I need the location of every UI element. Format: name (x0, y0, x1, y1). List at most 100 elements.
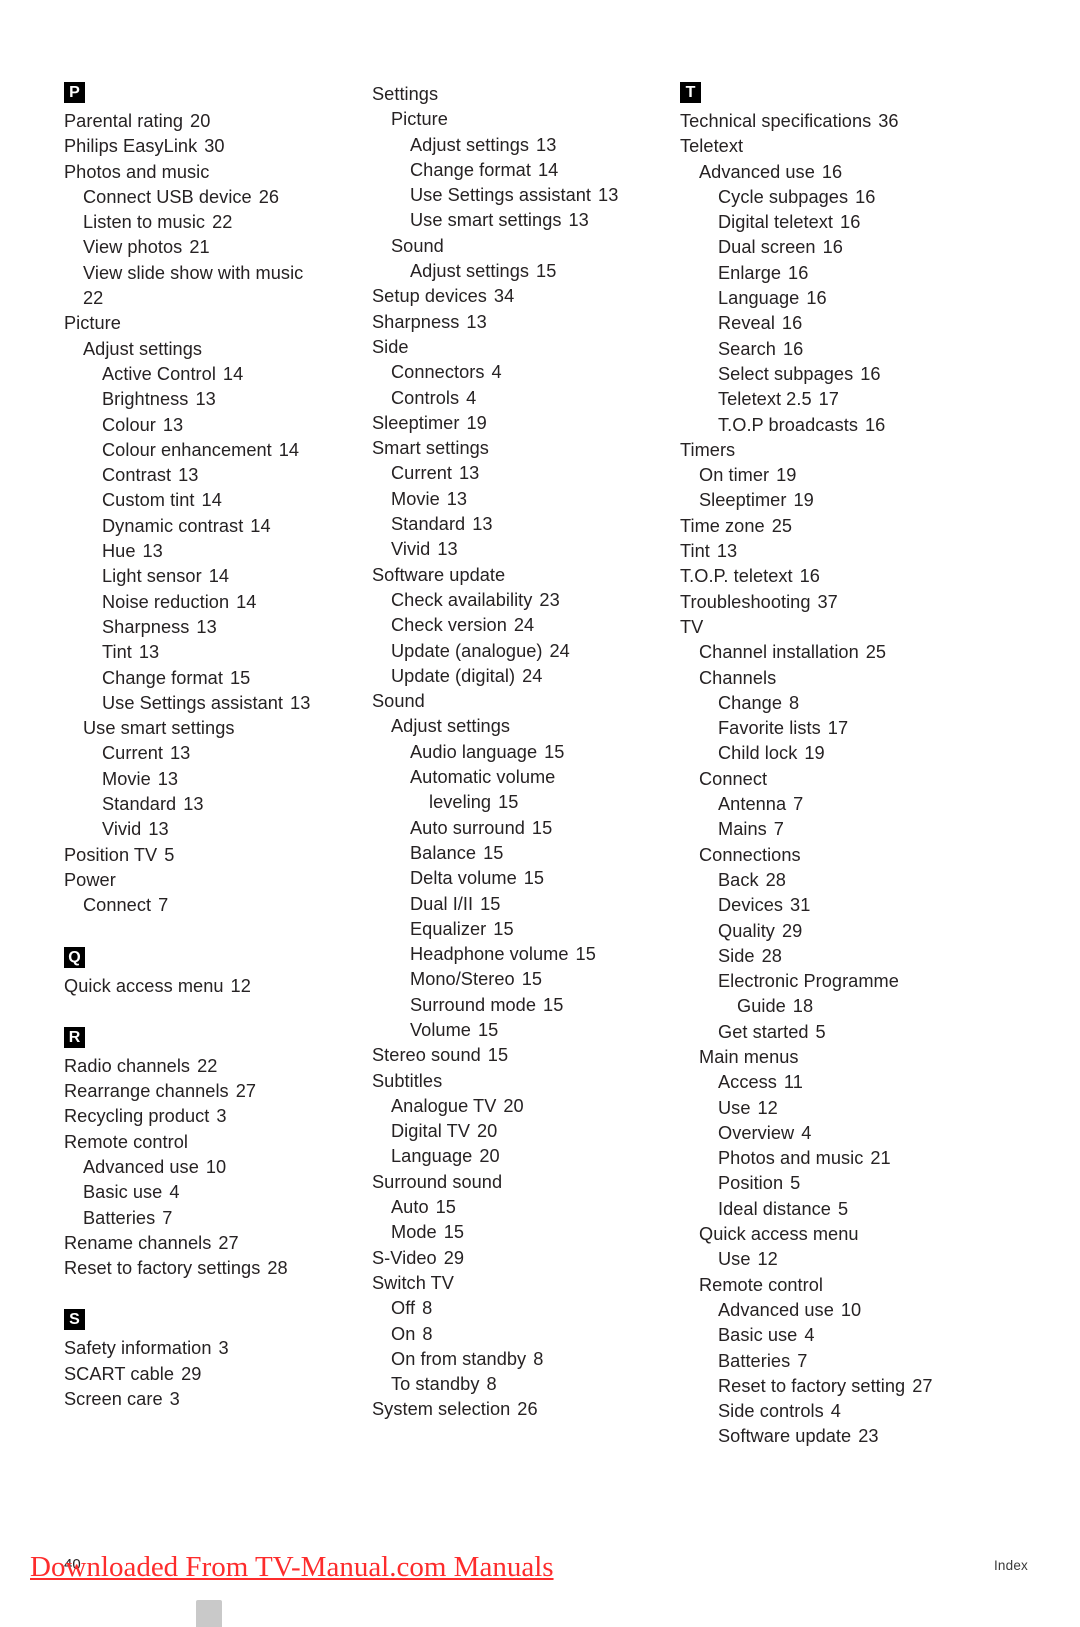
index-entry[interactable]: Devices 31 (680, 893, 988, 918)
index-entry[interactable]: Photos and music 21 (680, 1146, 988, 1171)
index-entry[interactable]: Child lock 19 (680, 741, 988, 766)
index-entry[interactable]: System selection 26 (372, 1397, 680, 1422)
index-entry[interactable]: Basic use 4 (64, 1180, 372, 1205)
index-entry[interactable]: Advanced use 10 (680, 1298, 988, 1323)
download-watermark-link[interactable]: Downloaded From TV-Manual.com Manuals (30, 1548, 554, 1586)
index-entry[interactable]: Picture (64, 311, 372, 336)
index-entry[interactable]: Sleeptimer 19 (372, 411, 680, 436)
index-entry[interactable]: Surround mode 15 (372, 993, 680, 1018)
index-entry[interactable]: Light sensor 14 (64, 564, 372, 589)
index-entry[interactable]: Audio language 15 (372, 740, 680, 765)
index-entry[interactable]: Check version 24 (372, 613, 680, 638)
index-entry[interactable]: Select subpages 16 (680, 362, 988, 387)
index-entry[interactable]: Parental rating 20 (64, 109, 372, 134)
index-entry[interactable]: Get started 5 (680, 1020, 988, 1045)
index-entry[interactable]: Channel installation 25 (680, 640, 988, 665)
index-entry[interactable]: Reset to factory setting 27 (680, 1374, 988, 1399)
index-entry[interactable]: Adjust settings (372, 714, 680, 739)
index-entry[interactable]: Colour 13 (64, 413, 372, 438)
index-entry[interactable]: Side controls 4 (680, 1399, 988, 1424)
index-entry[interactable]: Safety information 3 (64, 1336, 372, 1361)
index-entry[interactable]: Mono/Stereo 15 (372, 967, 680, 992)
index-entry[interactable]: Auto surround 15 (372, 816, 680, 841)
index-entry[interactable]: Overview 4 (680, 1121, 988, 1146)
index-entry[interactable]: Subtitles (372, 1069, 680, 1094)
index-entry[interactable]: Guide 18 (680, 994, 988, 1019)
index-entry[interactable]: Screen care 3 (64, 1387, 372, 1412)
index-entry[interactable]: Use 12 (680, 1247, 988, 1272)
index-entry[interactable]: Time zone 25 (680, 514, 988, 539)
index-entry[interactable]: Colour enhancement 14 (64, 438, 372, 463)
index-entry[interactable]: Equalizer 15 (372, 917, 680, 942)
index-entry[interactable]: On timer 19 (680, 463, 988, 488)
index-entry[interactable]: Language 20 (372, 1144, 680, 1169)
index-entry[interactable]: Standard 13 (372, 512, 680, 537)
index-entry[interactable]: Advanced use 16 (680, 160, 988, 185)
index-entry[interactable]: Radio channels 22 (64, 1054, 372, 1079)
index-entry[interactable]: Stereo sound 15 (372, 1043, 680, 1068)
index-entry[interactable]: Mode 15 (372, 1220, 680, 1245)
index-entry[interactable]: Settings (372, 82, 680, 107)
index-entry[interactable]: Quality 29 (680, 919, 988, 944)
index-entry[interactable]: Use smart settings (64, 716, 372, 741)
index-entry[interactable]: T.O.P. teletext 16 (680, 564, 988, 589)
index-entry[interactable]: Sleeptimer 19 (680, 488, 988, 513)
index-entry[interactable]: Recycling product 3 (64, 1104, 372, 1129)
index-entry[interactable]: Connect (680, 767, 988, 792)
index-entry[interactable]: Software update (372, 563, 680, 588)
index-entry[interactable]: Movie 13 (372, 487, 680, 512)
index-entry[interactable]: Active Control 14 (64, 362, 372, 387)
index-entry[interactable]: Quick access menu (680, 1222, 988, 1247)
index-entry[interactable]: Use smart settings 13 (372, 208, 680, 233)
index-entry[interactable]: Channels (680, 666, 988, 691)
index-entry[interactable]: Access 11 (680, 1070, 988, 1095)
index-entry[interactable]: Photos and music (64, 160, 372, 185)
index-entry[interactable]: Change format 14 (372, 158, 680, 183)
index-entry[interactable]: Connections (680, 843, 988, 868)
index-entry[interactable]: Sharpness 13 (64, 615, 372, 640)
index-entry[interactable]: 22 (64, 286, 372, 311)
index-entry[interactable]: Favorite lists 17 (680, 716, 988, 741)
index-entry[interactable]: View photos 21 (64, 235, 372, 260)
index-entry[interactable]: Mains 7 (680, 817, 988, 842)
index-entry[interactable]: Sharpness 13 (372, 310, 680, 335)
index-entry[interactable]: Software update 23 (680, 1424, 988, 1449)
index-entry[interactable]: Current 13 (372, 461, 680, 486)
index-entry[interactable]: Connect 7 (64, 893, 372, 918)
index-entry[interactable]: Change 8 (680, 691, 988, 716)
index-entry[interactable]: Switch TV (372, 1271, 680, 1296)
index-entry[interactable]: Auto 15 (372, 1195, 680, 1220)
index-entry[interactable]: leveling 15 (372, 790, 680, 815)
index-entry[interactable]: Cycle subpages 16 (680, 185, 988, 210)
index-entry[interactable]: Headphone volume 15 (372, 942, 680, 967)
index-entry[interactable]: Reveal 16 (680, 311, 988, 336)
index-entry[interactable]: Adjust settings 13 (372, 133, 680, 158)
index-entry[interactable]: Dual screen 16 (680, 235, 988, 260)
index-entry[interactable]: Digital TV 20 (372, 1119, 680, 1144)
index-entry[interactable]: On 8 (372, 1322, 680, 1347)
index-entry[interactable]: Philips EasyLink 30 (64, 134, 372, 159)
index-entry[interactable]: Timers (680, 438, 988, 463)
index-entry[interactable]: View slide show with music (64, 261, 372, 286)
index-entry[interactable]: Vivid 13 (372, 537, 680, 562)
index-entry[interactable]: Remote control (680, 1273, 988, 1298)
index-entry[interactable]: Analogue TV 20 (372, 1094, 680, 1119)
index-entry[interactable]: Sound (372, 689, 680, 714)
index-entry[interactable]: Main menus (680, 1045, 988, 1070)
index-entry[interactable]: Enlarge 16 (680, 261, 988, 286)
index-entry[interactable]: Brightness 13 (64, 387, 372, 412)
index-entry[interactable]: Check availability 23 (372, 588, 680, 613)
index-entry[interactable]: Side 28 (680, 944, 988, 969)
index-entry[interactable]: Teletext (680, 134, 988, 159)
index-entry[interactable]: Controls 4 (372, 386, 680, 411)
index-entry[interactable]: Custom tint 14 (64, 488, 372, 513)
index-entry[interactable]: Quick access menu 12 (64, 974, 372, 999)
index-entry[interactable]: Batteries 7 (64, 1206, 372, 1231)
index-entry[interactable]: Rename channels 27 (64, 1231, 372, 1256)
index-entry[interactable]: Tint 13 (64, 640, 372, 665)
index-entry[interactable]: Electronic Programme (680, 969, 988, 994)
index-entry[interactable]: Digital teletext 16 (680, 210, 988, 235)
index-entry[interactable]: Use Settings assistant 13 (372, 183, 680, 208)
index-entry[interactable]: Use Settings assistant 13 (64, 691, 372, 716)
index-entry[interactable]: Dynamic contrast 14 (64, 514, 372, 539)
